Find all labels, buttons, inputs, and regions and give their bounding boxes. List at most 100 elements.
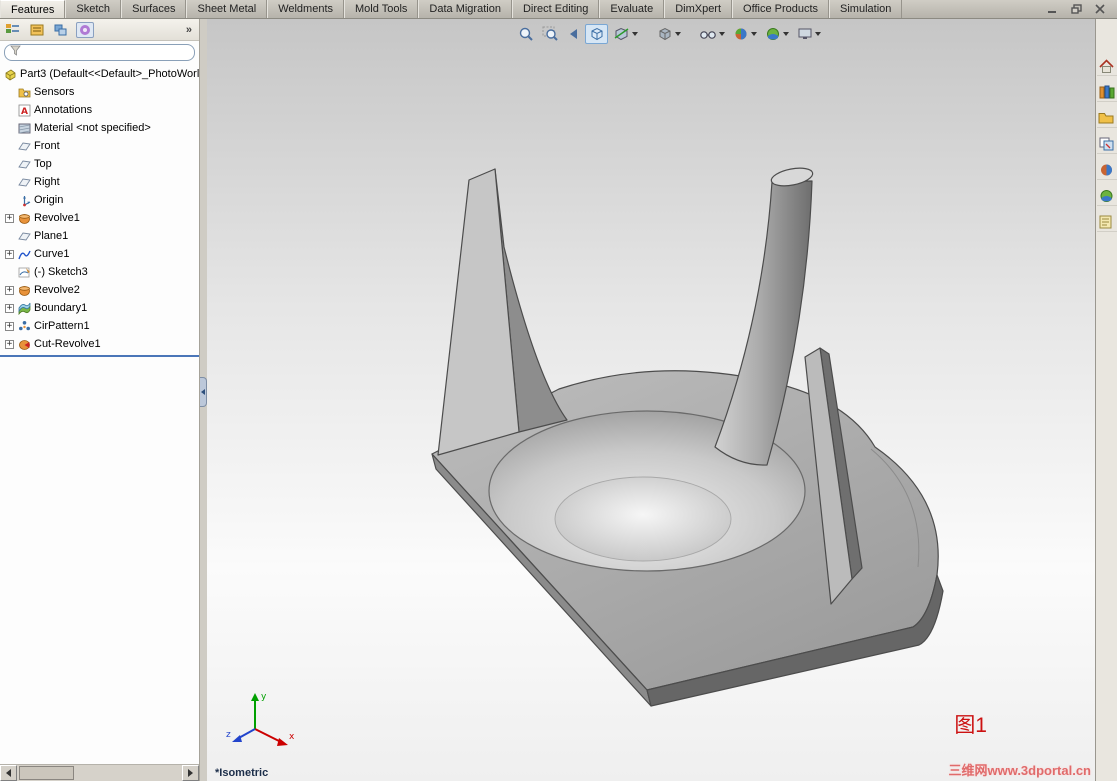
tree-item-cirpattern1[interactable]: + CirPattern1 — [0, 317, 199, 335]
dropdown-caret-icon[interactable] — [783, 32, 789, 36]
tab-sheet-metal[interactable]: Sheet Metal — [186, 0, 268, 18]
plane-icon — [17, 158, 31, 171]
tree-filter-input[interactable] — [25, 46, 189, 58]
scroll-left-icon[interactable] — [0, 765, 17, 781]
view-orientation-label: *Isometric — [215, 767, 269, 779]
tree-item-label: Origin — [34, 194, 64, 206]
plane-icon — [17, 230, 31, 243]
tree-item-top-plane[interactable]: Top — [0, 155, 199, 173]
reference-triad: y x z — [226, 692, 295, 746]
expander-icon[interactable]: + — [5, 285, 14, 295]
tab-office-products[interactable]: Office Products — [732, 0, 830, 18]
command-tab-bar: Features Sketch Surfaces Sheet Metal Wel… — [0, 0, 1117, 19]
revolve-icon — [17, 212, 31, 225]
tree-item-part-root[interactable]: Part3 (Default<<Default>_PhotoWorl — [0, 65, 199, 83]
panel-divider[interactable] — [200, 19, 207, 781]
featuremanager-tree-tab-icon[interactable] — [4, 22, 22, 38]
task-pane-bar — [1095, 19, 1117, 781]
display-style-icon[interactable] — [653, 24, 684, 44]
restore-icon[interactable] — [1067, 2, 1085, 16]
model-3d-part[interactable] — [207, 19, 1095, 781]
view-orientation-icon[interactable] — [585, 24, 608, 44]
tree-item-label: Right — [34, 176, 60, 188]
dropdown-caret-icon[interactable] — [751, 32, 757, 36]
view-palette-icon[interactable] — [1096, 135, 1117, 154]
propertymanager-tab-icon[interactable] — [28, 22, 46, 38]
edit-appearance-icon[interactable] — [730, 24, 760, 44]
tree-filter-box[interactable] — [4, 43, 195, 61]
panel-horizontal-scrollbar[interactable] — [0, 764, 199, 781]
expander-icon[interactable]: + — [5, 213, 14, 223]
tab-evaluate[interactable]: Evaluate — [599, 0, 665, 18]
feature-tree: Part3 (Default<<Default>_PhotoWorl Senso… — [0, 63, 199, 358]
tree-item-label: Annotations — [34, 104, 93, 116]
tree-item-label: (-) Sketch3 — [34, 266, 88, 278]
tree-item-label: Revolve2 — [34, 284, 80, 296]
tab-features[interactable]: Features — [0, 0, 66, 18]
tree-item-sketch3[interactable]: (-) Sketch3 — [0, 263, 199, 281]
home-icon[interactable] — [1096, 57, 1117, 76]
graphics-viewport[interactable]: y x z *Isometric 图1 三维网www.3dportal.cn — [207, 19, 1095, 781]
tree-item-sensors[interactable]: Sensors — [0, 83, 199, 101]
tree-item-front-plane[interactable]: Front — [0, 137, 199, 155]
tree-item-label: Revolve1 — [34, 212, 80, 224]
expander-icon[interactable]: + — [5, 249, 14, 259]
section-view-icon[interactable] — [610, 24, 641, 44]
featuremanager-tab-toolbar: » — [0, 19, 199, 41]
dropdown-caret-icon[interactable] — [815, 32, 821, 36]
dropdown-caret-icon[interactable] — [632, 32, 638, 36]
tab-dimxpert[interactable]: DimXpert — [664, 0, 733, 18]
tab-surfaces[interactable]: Surfaces — [121, 0, 187, 18]
tab-mold-tools[interactable]: Mold Tools — [344, 0, 419, 18]
plane-icon — [17, 140, 31, 153]
hide-show-items-icon[interactable] — [696, 24, 728, 44]
tab-direct-editing[interactable]: Direct Editing — [511, 0, 600, 18]
tree-item-revolve2[interactable]: + Revolve2 — [0, 281, 199, 299]
dropdown-caret-icon[interactable] — [675, 32, 681, 36]
previous-view-icon[interactable] — [563, 24, 583, 44]
zoom-to-area-icon[interactable] — [539, 24, 561, 44]
scroll-right-icon[interactable] — [182, 765, 199, 781]
triad-x-label: x — [289, 732, 295, 742]
tab-simulation[interactable]: Simulation — [829, 0, 903, 18]
tree-item-annotations[interactable]: A Annotations — [0, 101, 199, 119]
scenes-icon[interactable] — [1096, 187, 1117, 206]
tab-data-migration[interactable]: Data Migration — [418, 0, 512, 18]
triad-y-label: y — [261, 692, 267, 702]
triad-z-label: z — [226, 730, 231, 740]
dropdown-caret-icon[interactable] — [719, 32, 725, 36]
tree-item-curve1[interactable]: + Curve1 — [0, 245, 199, 263]
file-explorer-icon[interactable] — [1096, 109, 1117, 128]
scrollbar-thumb[interactable] — [19, 766, 74, 780]
tree-item-material[interactable]: Material <not specified> — [0, 119, 199, 137]
window-controls — [1043, 2, 1109, 16]
toolbar-overflow-chevron[interactable]: » — [183, 24, 195, 36]
custom-properties-icon[interactable] — [1096, 213, 1117, 232]
expander-icon[interactable]: + — [5, 339, 14, 349]
appearances-icon[interactable] — [1096, 161, 1117, 180]
annotations-icon: A — [17, 104, 31, 117]
expander-icon[interactable]: + — [5, 321, 14, 331]
tab-weldments[interactable]: Weldments — [267, 0, 345, 18]
view-settings-icon[interactable] — [794, 24, 824, 44]
dimxpertmanager-tab-icon[interactable] — [76, 21, 94, 38]
tree-item-label: Boundary1 — [34, 302, 88, 314]
tree-item-plane1[interactable]: Plane1 — [0, 227, 199, 245]
tree-item-origin[interactable]: Origin — [0, 191, 199, 209]
origin-icon — [17, 194, 31, 207]
apply-scene-icon[interactable] — [762, 24, 792, 44]
tree-item-revolve1[interactable]: + Revolve1 — [0, 209, 199, 227]
panel-collapse-handle[interactable] — [200, 377, 207, 407]
tab-sketch[interactable]: Sketch — [65, 0, 122, 18]
tree-item-cut-revolve1[interactable]: + Cut-Revolve1 — [0, 335, 199, 353]
configurationmanager-tab-icon[interactable] — [52, 22, 70, 38]
close-icon[interactable] — [1091, 2, 1109, 16]
minimize-icon[interactable] — [1043, 2, 1061, 16]
zoom-fit-icon[interactable] — [515, 24, 537, 44]
collapse-arrow-icon — [201, 389, 205, 395]
boundary-icon — [17, 302, 31, 315]
expander-icon[interactable]: + — [5, 303, 14, 313]
tree-item-boundary1[interactable]: + Boundary1 — [0, 299, 199, 317]
design-library-icon[interactable] — [1096, 83, 1117, 102]
tree-item-right-plane[interactable]: Right — [0, 173, 199, 191]
